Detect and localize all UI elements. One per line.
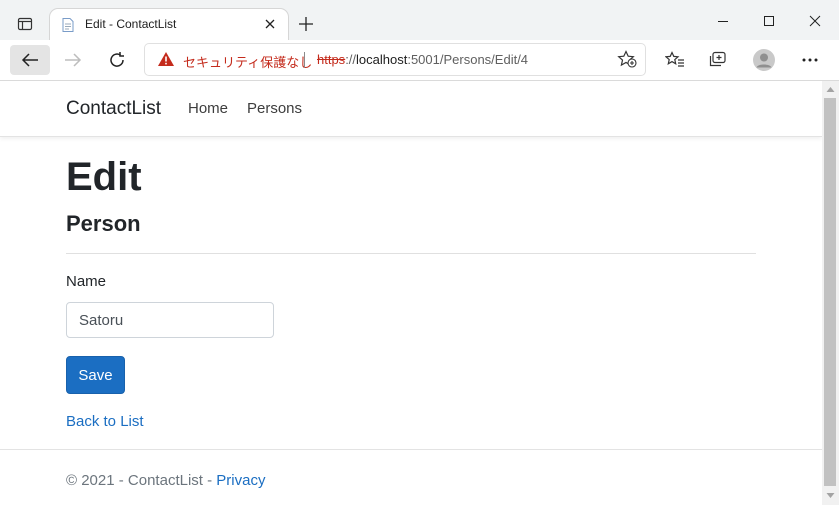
add-favorite-icon[interactable] xyxy=(617,50,637,73)
nav-link-persons[interactable]: Persons xyxy=(247,100,302,117)
page-title: Edit xyxy=(66,155,142,199)
scroll-up-icon[interactable] xyxy=(826,85,835,94)
page-viewport: ContactList Home Persons Edit Person Nam… xyxy=(0,81,822,505)
security-warning-text[interactable]: セキュリティ保護なし xyxy=(183,52,312,71)
footer-text: © 2021 - ContactList - Privacy xyxy=(66,472,265,489)
forward-arrow-icon[interactable] xyxy=(58,45,88,75)
favorites-icon[interactable] xyxy=(660,45,690,75)
url-host: localhost xyxy=(356,52,408,67)
tab-title: Edit - ContactList xyxy=(85,17,177,31)
warning-icon[interactable] xyxy=(157,51,175,72)
page-favicon-icon xyxy=(60,17,76,38)
tab-actions-icon[interactable] xyxy=(12,12,38,36)
profile-icon[interactable] xyxy=(749,45,779,75)
save-button[interactable]: Save xyxy=(66,356,125,394)
url-path: :5001/Persons/Edit/4 xyxy=(407,52,529,67)
browser-toolbar: セキュリティ保護なし https://localhost:5001/Person… xyxy=(0,40,839,81)
privacy-link[interactable]: Privacy xyxy=(216,472,265,489)
url-separator: :// xyxy=(345,52,357,67)
collections-icon[interactable] xyxy=(703,45,733,75)
tab-strip: Edit - ContactList xyxy=(0,0,839,40)
name-label: Name xyxy=(66,273,107,290)
back-to-list-link[interactable]: Back to List xyxy=(66,413,144,430)
navbar-brand[interactable]: ContactList xyxy=(66,98,161,120)
scrollbar-thumb[interactable] xyxy=(824,98,836,486)
plus-icon[interactable] xyxy=(296,14,316,34)
address-bar[interactable]: セキュリティ保護なし https://localhost:5001/Person… xyxy=(145,44,645,75)
browser-tab[interactable]: Edit - ContactList xyxy=(50,9,288,40)
vertical-scrollbar[interactable] xyxy=(822,81,839,505)
back-arrow-icon[interactable] xyxy=(10,45,50,75)
minimize-icon[interactable] xyxy=(712,10,734,32)
maximize-icon[interactable] xyxy=(758,10,780,32)
url-scheme: https xyxy=(317,52,346,67)
footer-copyright: © 2021 - ContactList - xyxy=(66,472,217,489)
address-divider xyxy=(304,52,305,68)
close-window-icon[interactable] xyxy=(804,10,826,32)
close-icon[interactable] xyxy=(262,16,278,32)
scroll-down-icon[interactable] xyxy=(826,491,835,500)
url-text[interactable]: https://localhost:5001/Persons/Edit/4 xyxy=(317,52,528,67)
divider xyxy=(66,253,756,254)
nav-link-home[interactable]: Home xyxy=(188,100,228,117)
page-subtitle: Person xyxy=(66,211,141,236)
site-footer: © 2021 - ContactList - Privacy xyxy=(0,449,822,505)
name-field[interactable] xyxy=(66,302,274,338)
site-navbar: ContactList Home Persons xyxy=(0,81,822,137)
refresh-icon[interactable] xyxy=(102,45,132,75)
more-icon[interactable] xyxy=(795,45,825,75)
